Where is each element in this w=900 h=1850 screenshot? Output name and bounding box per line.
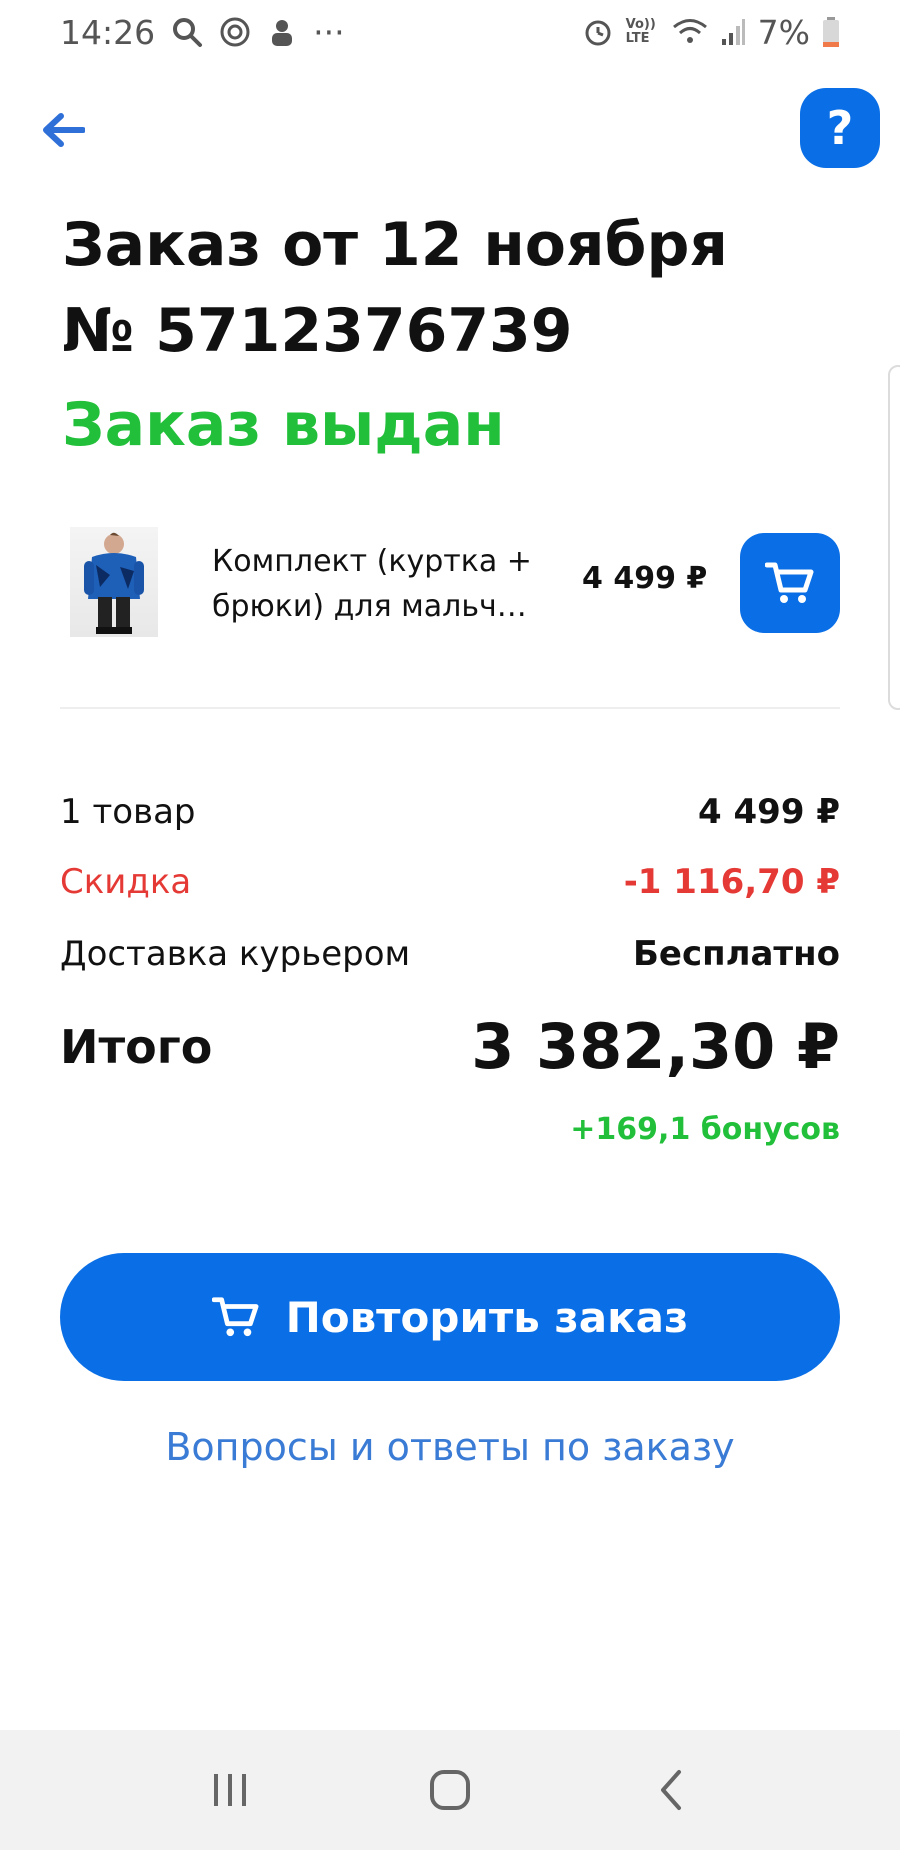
battery-icon	[822, 16, 840, 48]
add-to-cart-button[interactable]	[740, 533, 840, 633]
target-icon	[219, 16, 251, 48]
wifi-icon	[672, 17, 708, 47]
system-nav-bar	[0, 1730, 900, 1850]
repeat-order-label: Повторить заказ	[285, 1292, 689, 1342]
lte-indicator: Vo)) LTE	[625, 17, 656, 46]
cart-icon	[765, 562, 814, 603]
discount-label: Скидка	[60, 862, 192, 902]
page-title: Заказ от 12 ноября № 5712376739	[62, 202, 728, 374]
status-time: 14:26	[60, 12, 156, 52]
search-icon	[171, 16, 203, 48]
cart-icon	[211, 1297, 259, 1337]
discount-value: -1 116,70 ₽	[623, 862, 840, 902]
scroll-indicator[interactable]	[888, 365, 900, 710]
top-app-bar: ?	[0, 88, 900, 176]
recent-apps-button[interactable]	[190, 1750, 270, 1830]
nav-back-button[interactable]	[630, 1750, 710, 1830]
product-image	[70, 527, 158, 637]
order-faq-link[interactable]: Вопросы и ответы по заказу	[0, 1425, 900, 1469]
summary-items-row: 1 товар 4 499 ₽	[60, 792, 840, 832]
recent-apps-icon	[214, 1774, 246, 1806]
total-label: Итого	[60, 1019, 213, 1074]
battery-percent: 7%	[757, 12, 810, 52]
product-price: 4 499 ₽	[582, 561, 708, 596]
order-date-title: Заказ от 12 ноября	[62, 210, 728, 280]
app-icon	[267, 16, 297, 48]
nav-back-icon	[661, 1770, 681, 1810]
items-subtotal: 4 499 ₽	[698, 792, 840, 832]
help-button[interactable]: ?	[800, 88, 880, 168]
repeat-order-button[interactable]: Повторить заказ	[60, 1253, 840, 1381]
delivery-value: Бесплатно	[632, 934, 840, 974]
order-status: Заказ выдан	[62, 390, 505, 460]
total-value: 3 382,30 ₽	[471, 1010, 840, 1083]
order-number: № 5712376739	[62, 296, 573, 366]
items-count-label: 1 товар	[60, 792, 196, 832]
bonus-amount: +169,1 бонусов	[570, 1112, 840, 1147]
status-more: ···	[313, 12, 345, 52]
status-bar: 14:26 ··· Vo)) LTE 7%	[0, 0, 900, 64]
home-icon	[430, 1770, 470, 1810]
order-item[interactable]: Комплект (куртка + брюки) для мальч… 4 4…	[62, 525, 840, 637]
back-button[interactable]	[38, 108, 88, 152]
summary-total-row: Итого 3 382,30 ₽	[60, 1010, 840, 1083]
divider	[60, 707, 840, 709]
back-arrow-icon	[43, 113, 85, 147]
home-button[interactable]	[410, 1750, 490, 1830]
product-name[interactable]: Комплект (куртка + брюки) для мальч…	[212, 539, 562, 629]
alarm-icon	[582, 16, 614, 48]
summary-delivery-row: Доставка курьером Бесплатно	[60, 934, 840, 974]
signal-icon	[720, 17, 746, 47]
delivery-label: Доставка курьером	[60, 934, 411, 974]
summary-discount-row: Скидка -1 116,70 ₽	[60, 862, 840, 902]
